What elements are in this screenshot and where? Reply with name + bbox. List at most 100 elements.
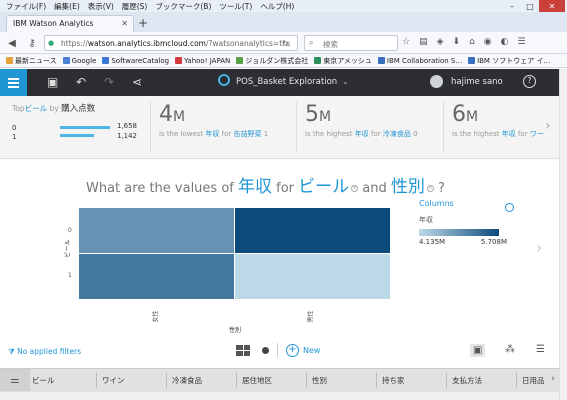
back-icon[interactable]: ◀ bbox=[4, 35, 20, 51]
filters-link[interactable]: ⧩ No applied filters bbox=[8, 347, 81, 357]
site-identity-icon[interactable]: ⚷ bbox=[24, 35, 40, 51]
insights-next-icon[interactable]: › bbox=[545, 118, 551, 134]
bookmark-item[interactable]: 最新ニュース bbox=[6, 56, 57, 66]
bookmark-icon bbox=[175, 56, 183, 64]
legend-title[interactable]: Columns bbox=[419, 199, 519, 208]
menu-item[interactable]: ブックマーク(B) bbox=[155, 1, 211, 12]
menu-icon[interactable]: ☰ bbox=[518, 37, 526, 47]
column-item[interactable]: 居住地区 bbox=[242, 375, 272, 386]
remove-field-icon[interactable]: × bbox=[351, 185, 359, 192]
bookmark-item[interactable]: Yahoo! JAPAN bbox=[175, 56, 230, 65]
exploration-title[interactable]: POS_Basket Exploration bbox=[236, 77, 337, 87]
avatar[interactable] bbox=[430, 75, 443, 88]
divider bbox=[166, 373, 167, 388]
bookmark-item[interactable]: Google bbox=[62, 56, 96, 65]
app-header: ▣ ↶ ↷ ⋖ POS_Basket Exploration ⌄ hajime … bbox=[0, 69, 559, 96]
close-tab-icon[interactable]: ✕ bbox=[121, 19, 128, 28]
reading-list-icon[interactable]: ▤ bbox=[419, 37, 428, 47]
column-item[interactable]: 性別 bbox=[312, 375, 327, 386]
heatmap-cell[interactable] bbox=[235, 254, 390, 299]
menu-item[interactable]: ツール(T) bbox=[219, 1, 252, 12]
top-row-key: 1 bbox=[12, 133, 17, 141]
close-window-button[interactable]: ✕ bbox=[539, 0, 565, 12]
top-row-value: 1,658 bbox=[116, 122, 137, 130]
column-item[interactable]: 日用品 bbox=[522, 375, 545, 386]
tab-title: IBM Watson Analytics bbox=[13, 19, 94, 28]
legend-settings-icon[interactable] bbox=[505, 203, 514, 212]
save-icon[interactable]: ▣ bbox=[47, 75, 58, 89]
plus-icon: + bbox=[286, 343, 299, 357]
help-icon[interactable]: ? bbox=[523, 75, 536, 88]
bookmark-item[interactable]: 東京アメッシュ bbox=[314, 56, 372, 66]
menu-item[interactable]: 履歴(S) bbox=[122, 1, 148, 12]
menu-item[interactable]: ファイル(F) bbox=[6, 1, 46, 12]
top-row-bar bbox=[60, 134, 94, 137]
heatmap-cell[interactable] bbox=[79, 208, 234, 253]
chart-type-icon[interactable]: ⁂ bbox=[505, 344, 515, 355]
insight-card[interactable]: 4M is the lowest 年収 for 缶詰野菜 1 bbox=[159, 102, 299, 139]
new-visualization-button[interactable]: + New bbox=[286, 343, 320, 357]
bookmark-item[interactable]: IBM Collaboration S... bbox=[377, 56, 462, 65]
extension-icon[interactable]: ◐ bbox=[501, 37, 509, 47]
column-item[interactable]: ワイン bbox=[102, 375, 125, 386]
data-tray-icon[interactable]: ▣ bbox=[470, 344, 486, 357]
bookmark-star-icon[interactable]: ☆ bbox=[402, 37, 410, 47]
stat-number: 5 bbox=[305, 102, 319, 127]
column-item[interactable]: 冷凍食品 bbox=[172, 375, 202, 386]
insights-bar: Topビール by 購入点数 0 1,658 1 1,142 4M is the… bbox=[0, 96, 559, 159]
undo-icon[interactable]: ↶ bbox=[76, 75, 86, 89]
question-field-gender[interactable]: 性別 bbox=[391, 177, 425, 197]
divider bbox=[376, 373, 377, 388]
reload-icon[interactable]: ↻ bbox=[282, 39, 289, 48]
column-item[interactable]: 支払方法 bbox=[452, 375, 482, 386]
search-input[interactable]: 検索 bbox=[304, 35, 398, 51]
remove-field-icon[interactable]: × bbox=[426, 185, 434, 192]
column-item[interactable]: 持ち家 bbox=[382, 375, 405, 386]
download-icon[interactable]: ⬇ bbox=[453, 37, 461, 47]
legend-gradient bbox=[419, 229, 499, 236]
redo-icon[interactable]: ↷ bbox=[104, 75, 114, 89]
details-list-icon[interactable]: ☰ bbox=[536, 344, 545, 355]
pocket-icon[interactable]: ◈ bbox=[437, 37, 444, 47]
bookmark-icon bbox=[377, 56, 385, 64]
minimize-button[interactable]: – bbox=[503, 0, 521, 12]
browser-tab[interactable]: IBM Watson Analytics ✕ bbox=[6, 15, 134, 32]
question-field-beer[interactable]: ビール bbox=[298, 177, 349, 197]
vertical-scrollbar[interactable] bbox=[559, 69, 567, 400]
heatmap-cell[interactable] bbox=[79, 254, 234, 299]
menu-item[interactable]: 表示(V) bbox=[88, 1, 114, 12]
top-insight-card[interactable]: Topビール by 購入点数 0 1,658 1 1,142 bbox=[12, 102, 142, 152]
url-bar[interactable]: https://watson.analytics.ibmcloud.com/?w… bbox=[44, 35, 298, 51]
navigation-bar: ◀ ⚷ https://watson.analytics.ibmcloud.co… bbox=[0, 32, 567, 54]
columns-more-icon[interactable]: › bbox=[551, 374, 555, 384]
single-view-icon[interactable] bbox=[262, 346, 269, 354]
user-name[interactable]: hajime sano bbox=[451, 77, 503, 87]
insight-card[interactable]: 6M is the highest 年収 for ワー bbox=[452, 102, 544, 139]
column-strip: ⚌ › ビール ワイン 冷凍食品 居住地区 性別 持ち家 支払方法 日用品 bbox=[0, 368, 559, 392]
maximize-button[interactable]: □ bbox=[521, 0, 539, 12]
grid-view-icon[interactable] bbox=[236, 344, 250, 356]
column-item[interactable]: ビール bbox=[32, 375, 55, 386]
menu-item[interactable]: ヘルプ(H) bbox=[260, 1, 294, 12]
chat-icon[interactable]: ◉ bbox=[484, 37, 492, 47]
bookmark-item[interactable]: SoftwareCatalog bbox=[102, 56, 169, 65]
insight-card[interactable]: 5M is the highest 年収 for 冷凍食品 0 bbox=[305, 102, 445, 139]
bookmark-item[interactable]: ジョルダン株式会社 bbox=[236, 56, 308, 66]
divider bbox=[296, 102, 297, 152]
chart-next-icon[interactable]: › bbox=[536, 238, 542, 257]
heatmap-cell[interactable] bbox=[235, 208, 390, 253]
question-measure[interactable]: 年収 bbox=[238, 177, 272, 197]
new-tab-button[interactable]: + bbox=[138, 16, 148, 30]
app-menu-button[interactable] bbox=[0, 69, 27, 96]
x-axis-label: 性別 bbox=[229, 327, 242, 334]
tab-bar: IBM Watson Analytics ✕ + bbox=[0, 12, 567, 32]
horizontal-scrollbar[interactable] bbox=[0, 391, 559, 400]
share-icon[interactable]: ⋖ bbox=[132, 75, 142, 89]
home-icon[interactable]: ⌂ bbox=[469, 37, 475, 47]
bookmark-item[interactable]: IBM ソフトウェア イ... bbox=[468, 56, 550, 66]
search-icon: ⌕ bbox=[309, 38, 314, 47]
column-settings-icon[interactable]: ⚌ bbox=[0, 369, 30, 392]
menu-item[interactable]: 編集(E) bbox=[54, 1, 80, 12]
chevron-down-icon[interactable]: ⌄ bbox=[342, 77, 349, 86]
y-tick-label: 1 bbox=[68, 272, 72, 279]
